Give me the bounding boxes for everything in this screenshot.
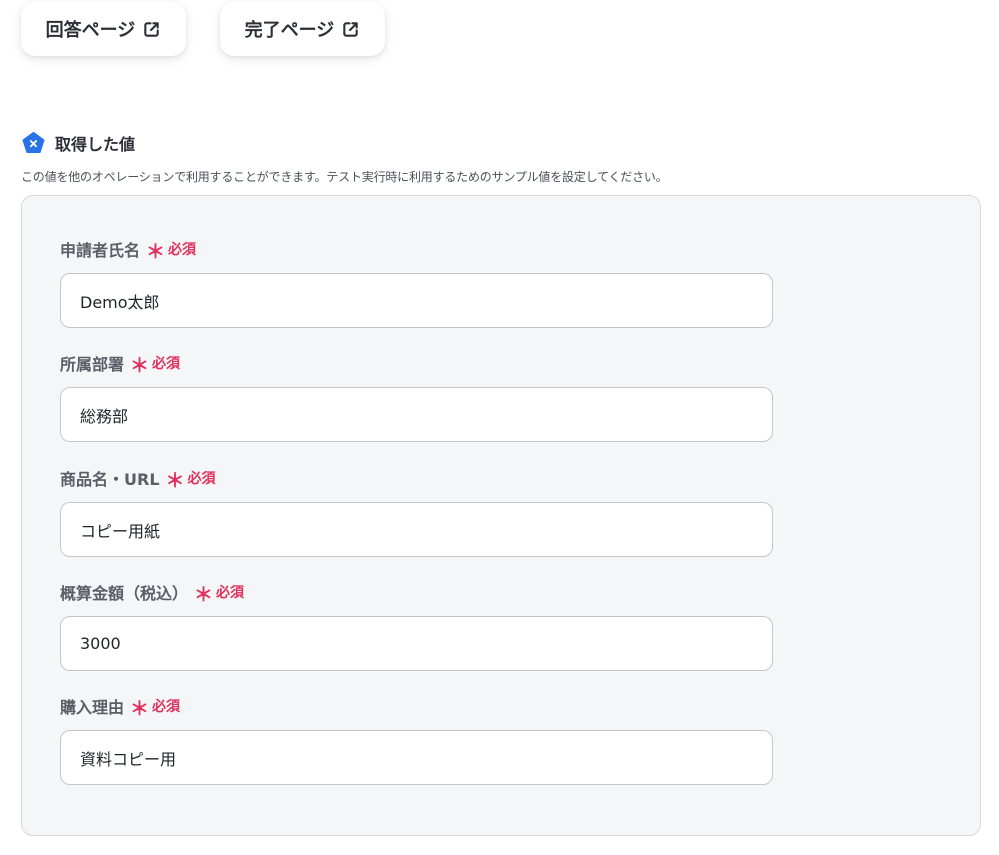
field-label-purchase-reason: 購入理由 ＊ 必須 [60, 694, 180, 718]
product-name-url-input[interactable]: コピー用紙 [60, 502, 773, 557]
external-link-icon [341, 20, 360, 39]
external-link-icon [142, 20, 161, 39]
purchase-reason-input[interactable]: 資料コピー用 [60, 730, 773, 785]
section-header: 取得した値 [22, 131, 135, 155]
required-badge: 必須 [152, 699, 181, 715]
section-description: この値を他のオペレーションで利用することができます。テスト実行時に利用するための… [21, 170, 668, 184]
required-asterisk: ＊ [130, 354, 150, 377]
field-label-product-name-url: 商品名・URL ＊ 必須 [60, 466, 216, 490]
department-input[interactable]: 総務部 [60, 387, 773, 442]
required-asterisk: ＊ [194, 583, 214, 606]
field-label-text: 概算金額（税込） [60, 584, 189, 603]
required-asterisk: ＊ [165, 469, 185, 492]
required-badge: 必須 [152, 356, 181, 372]
answer-page-button[interactable]: 回答ページ [21, 2, 186, 56]
applicant-name-input[interactable]: Demo太郎 [60, 273, 773, 328]
answer-page-label: 回答ページ [45, 20, 136, 41]
complete-page-label: 完了ページ [244, 20, 335, 41]
input-value: 総務部 [80, 406, 129, 426]
field-label-text: 申請者氏名 [60, 241, 141, 260]
required-badge: 必須 [216, 585, 245, 601]
required-asterisk: ＊ [130, 697, 150, 720]
required-badge: 必須 [187, 471, 216, 487]
input-value: Demo太郎 [80, 292, 160, 312]
sample-values-panel: 申請者氏名 ＊ 必須 Demo太郎 所属部署 ＊ 必須 総務部 商品名・URL … [21, 195, 981, 836]
complete-page-button[interactable]: 完了ページ [220, 2, 385, 56]
field-label-estimated-amount: 概算金額（税込） ＊ 必須 [60, 580, 244, 604]
estimated-amount-input[interactable]: 3000 [60, 616, 773, 671]
variable-badge-icon [22, 132, 45, 154]
page: 回答ページ 完了ページ 取得した値 この値を他のオペレーションで利用することがで… [0, 0, 999, 855]
input-value: コピー用紙 [80, 521, 161, 541]
field-label-text: 購入理由 [60, 698, 125, 717]
input-value: 3000 [80, 634, 121, 653]
field-label-department: 所属部署 ＊ 必須 [60, 351, 180, 375]
field-label-applicant-name: 申請者氏名 ＊ 必須 [60, 237, 196, 261]
required-asterisk: ＊ [146, 240, 166, 263]
required-badge: 必須 [168, 242, 197, 258]
input-value: 資料コピー用 [80, 749, 177, 769]
field-label-text: 商品名・URL [60, 470, 160, 489]
section-title: 取得した値 [55, 135, 136, 154]
field-label-text: 所属部署 [60, 355, 125, 374]
